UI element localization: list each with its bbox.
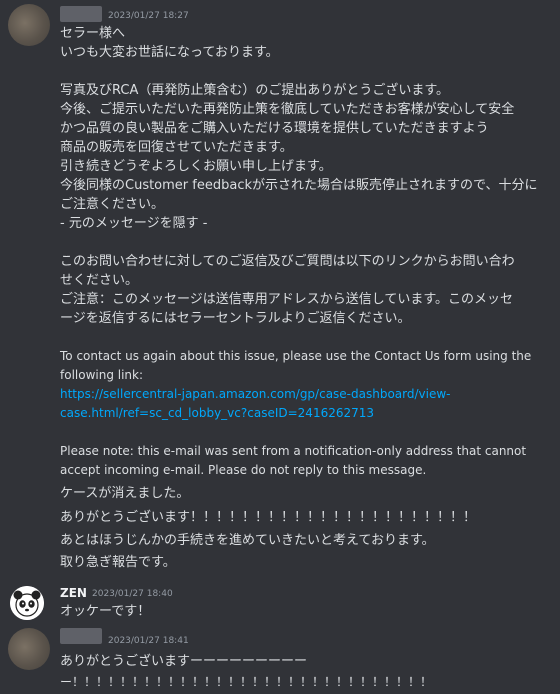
message-line: いつも大変お世話になっております。	[60, 45, 279, 60]
message-3: 2023/01/27 18:41 ありがとうございますーーーーーーーーー ー！！…	[0, 622, 560, 694]
user-avatar[interactable]	[8, 628, 50, 670]
message-line: - 元のメッセージを隠す -	[60, 216, 208, 231]
user-avatar[interactable]	[8, 4, 50, 46]
message-line: ありがとうございますーーーーーーーーー	[60, 654, 308, 669]
username-redacted[interactable]	[60, 628, 102, 644]
case-link[interactable]: https://sellercentral-japan.amazon.com/g…	[60, 385, 451, 404]
case-link[interactable]: case.html/ref=sc_cd_lobby_vc?caseID=2416…	[60, 404, 374, 423]
zen-avatar[interactable]	[10, 586, 44, 620]
username-redacted[interactable]	[60, 6, 102, 22]
english-line: following link:	[60, 368, 144, 382]
message-line: 引き続きどうぞよろしくお願い申し上げます。	[60, 159, 332, 174]
message-line: せください。	[60, 273, 139, 288]
panda-icon	[10, 586, 44, 620]
note-line: accept incoming e-mail. Please do not re…	[60, 463, 427, 477]
message-line: ー！！！！！！！！！！！！！！！！！！！！！！！！！！！！！！	[60, 675, 433, 689]
followup-message: 取り急ぎ報告です。	[60, 555, 176, 570]
message-line: 商品の販売を回復させていただきます。	[60, 140, 293, 155]
message-line: 今後、ご提示いただいた再発防止策を徹底していただきお客様が安心して安全	[60, 102, 515, 117]
message-timestamp: 2023/01/27 18:41	[108, 636, 189, 646]
message-line: セラー様へ	[60, 26, 126, 41]
message-line: 今後同様のCustomer feedbackが示された場合は販売停止されますので…	[60, 178, 538, 193]
message-1: 2023/01/27 18:27 セラー様へ いつも大変お世話になっております。…	[0, 0, 560, 580]
message-line: このお問い合わせに対してのご返信及びご質問は以下のリンクからお問い合わ	[60, 254, 515, 269]
message-line: かつ品質の良い製品をご購入いただける環境を提供していただきますよう	[60, 121, 489, 136]
english-line: To contact us again about this issue, pl…	[60, 349, 532, 363]
followup-message: ありがとうございます！！！！！！！！！！！！！！！！！！！！！！	[60, 510, 477, 525]
note-line: Please note: this e-mail was sent from a…	[60, 444, 527, 458]
followup-message: あとはほうじんかの手続きを進めていきたいと考えております。	[60, 533, 435, 548]
message-line: ご注意ください。	[60, 197, 165, 212]
username[interactable]: ZEN	[60, 586, 87, 600]
message-2: ZEN 2023/01/27 18:40 オッケーです！	[0, 580, 560, 622]
message-line: ージを返信するにはセラーセントラルよりご返信ください。	[60, 311, 411, 326]
message-line: 写真及びRCA（再発防止策含む）のご提出ありがとうございます。	[60, 83, 450, 98]
message-timestamp: 2023/01/27 18:40	[92, 589, 173, 599]
message-line: ご注意：このメッセージは送信専用アドレスから送信しています。このメッセ	[60, 292, 514, 307]
message-text: オッケーです！	[60, 604, 151, 619]
message-timestamp: 2023/01/27 18:27	[108, 11, 189, 21]
followup-message: ケースが消えました。	[60, 486, 190, 501]
